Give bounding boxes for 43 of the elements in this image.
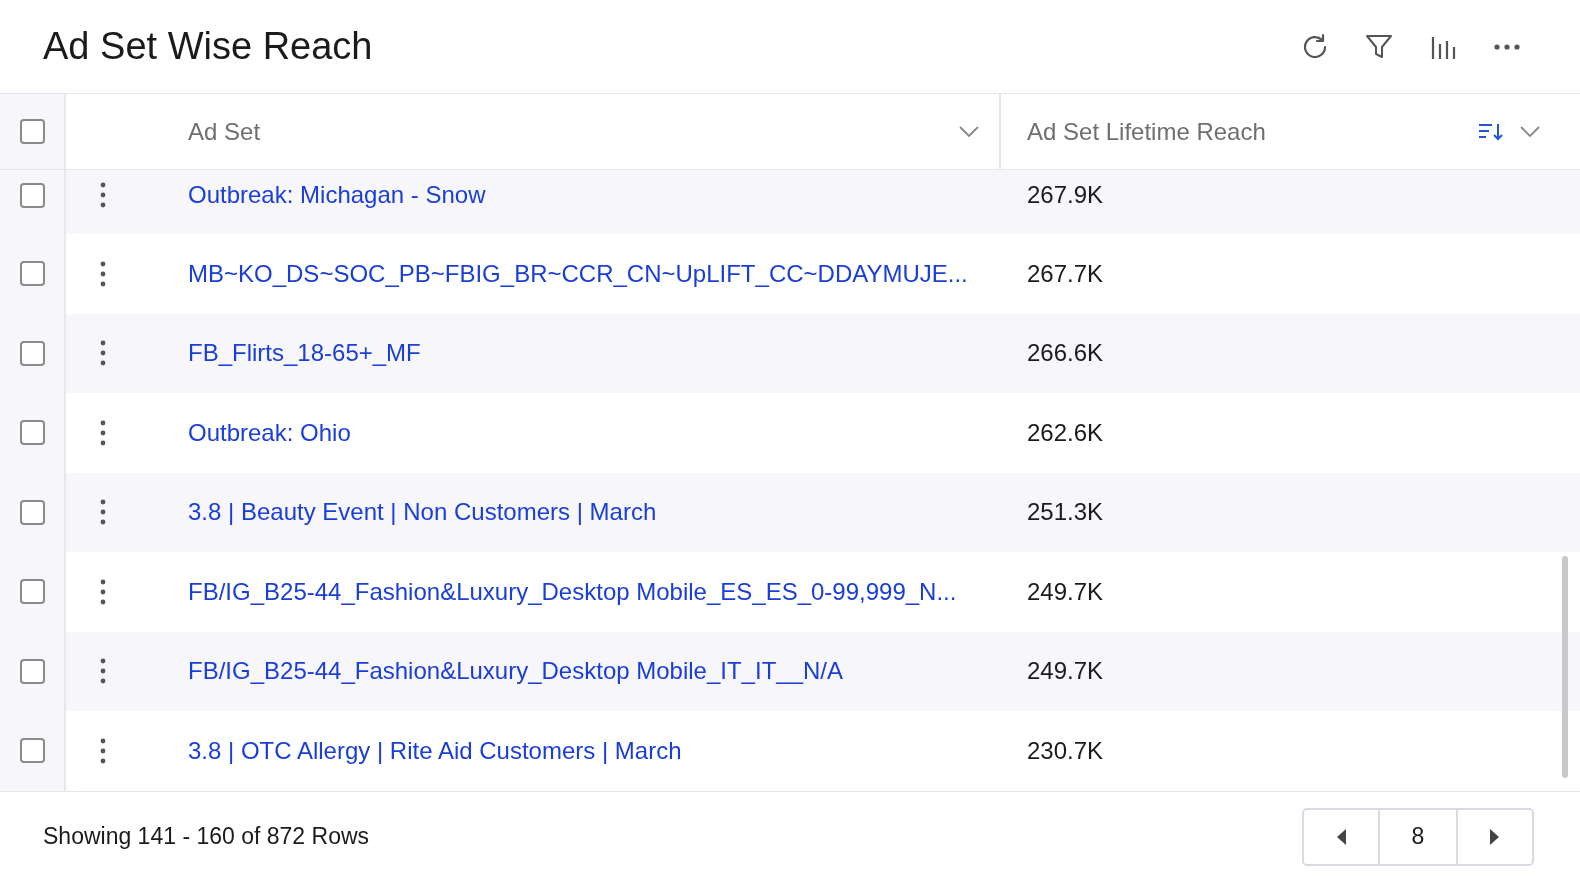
kebab-menu-icon[interactable] [100,578,106,605]
chevron-down-icon[interactable] [959,125,979,138]
reach-value: 249.7K [1027,657,1104,686]
column-header: Ad Set Lifetime Reach [1027,117,1266,146]
ad-set-link[interactable]: Outbreak: Ohio [188,418,351,447]
ad-set-link[interactable]: 3.8 | Beauty Event | Non Customers | March [188,498,657,527]
triangle-left-icon [1335,827,1347,846]
sort-icon[interactable] [1478,121,1504,142]
column-header: Ad Set [188,117,261,146]
row-checkbox[interactable] [19,579,45,605]
kebab-menu-icon[interactable] [100,182,106,209]
ad-set-link[interactable]: FB/IG_B25-44_Fashion&Luxury_Desktop Mobile_IT_IT__N/A [188,657,843,686]
reach-value: 230.7K [1027,736,1104,765]
row-checkbox[interactable] [19,420,45,446]
kebab-menu-icon[interactable] [100,499,106,526]
kebab-menu-icon[interactable] [100,340,106,367]
reach-value: 267.7K [1027,259,1104,288]
chevron-down-icon[interactable] [1520,125,1540,138]
ad-set-link[interactable]: Outbreak: Michagan - Snow [188,181,486,210]
ad-set-link[interactable]: 3.8 | OTC Allergy | Rite Aid Customers | March [188,736,682,765]
row-checkbox[interactable] [19,738,45,764]
row-checkbox[interactable] [19,182,45,208]
select-all-checkbox[interactable] [19,119,45,145]
scrollbar-thumb[interactable] [1562,556,1568,779]
rows-summary: Showing 141 - 160 of 872 Rows [43,823,370,851]
reach-value: 262.6K [1027,418,1104,447]
ad-set-link[interactable]: FB/IG_B25-44_Fashion&Luxury_Desktop Mobile_ES_ES_0-99,999_N... [188,577,957,606]
row-checkbox[interactable] [19,340,45,366]
kebab-menu-icon[interactable] [100,737,106,764]
widget-title: Ad Set Wise Reach [43,25,373,69]
reach-value: 249.7K [1027,577,1104,606]
row-checkbox[interactable] [19,658,45,684]
kebab-menu-icon[interactable] [100,419,106,446]
row-checkbox[interactable] [19,261,45,287]
kebab-menu-icon[interactable] [100,658,106,685]
reach-value: 251.3K [1027,498,1104,527]
ad-set-link[interactable]: MB~KO_DS~SOC_PB~FBIG_BR~CCR_CN~UpLIFT_CC~DDAYMUJE... [188,259,968,288]
reach-value: 266.6K [1027,339,1104,368]
ad-set-link[interactable]: FB_Flirts_18-65+_MF [188,339,421,368]
triangle-right-icon [1489,827,1501,846]
reach-value: 267.9K [1027,181,1104,210]
kebab-menu-icon[interactable] [100,260,106,287]
row-checkbox[interactable] [19,499,45,525]
